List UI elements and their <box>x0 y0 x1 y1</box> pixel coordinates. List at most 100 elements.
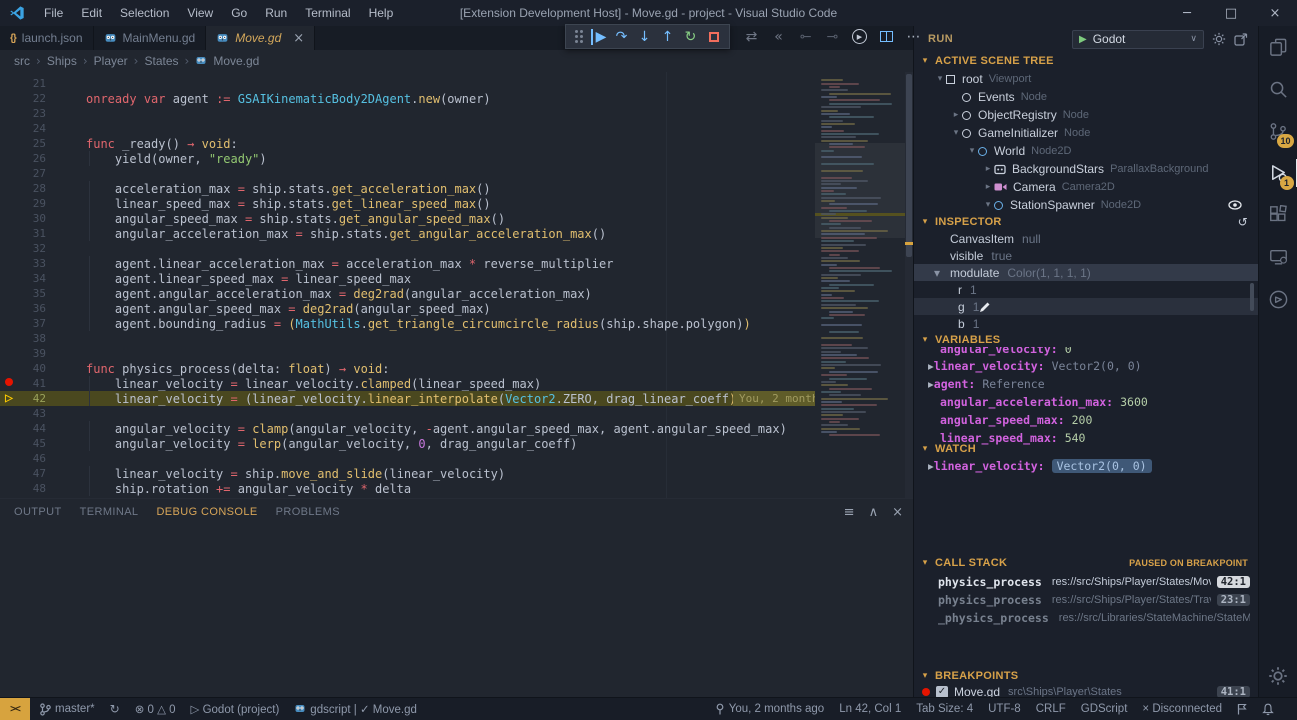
section-header-call-stack[interactable]: ▾ CALL STACK PAUSED ON BREAKPOINT <box>914 553 1258 573</box>
code-line-47[interactable]: 47 linear_velocity = ship.move_and_slide… <box>0 466 815 481</box>
activity-source-control[interactable]: 10 <box>1259 110 1297 152</box>
code-line-37[interactable]: 37 agent.bounding_radius = (MathUtils.ge… <box>0 316 815 331</box>
tree-chevron-icon[interactable]: ▸ <box>982 164 994 174</box>
breadcrumb-file[interactable]: Move.gd <box>213 54 259 68</box>
code-line-46[interactable]: 46 <box>0 451 815 466</box>
code-line-30[interactable]: 30 angular_speed_max = ship.stats.get_an… <box>0 211 815 226</box>
code-line-28[interactable]: 28 acceleration_max = ship.stats.get_acc… <box>0 181 815 196</box>
run-without-debugging-button[interactable]: ▶ <box>848 26 871 47</box>
tree-chevron-icon[interactable]: ▸ <box>950 110 962 120</box>
breakpoint-checkbox[interactable]: ✓ <box>936 686 948 697</box>
code-line-34[interactable]: 34 agent.linear_speed_max = linear_speed… <box>0 271 815 286</box>
reverse-continue-button[interactable]: « <box>767 26 790 47</box>
tree-item-world[interactable]: ▾WorldNode2D <box>914 142 1258 160</box>
tab-launch-json[interactable]: {}launch.json <box>0 26 94 50</box>
variable-linear-velocity[interactable]: ▸linear_velocity:Vector2(0, 0) <box>914 357 1258 375</box>
open-launch-json-icon[interactable] <box>1234 33 1248 46</box>
refresh-inspector-icon[interactable]: ↺ <box>1238 215 1248 229</box>
status-eol[interactable]: CRLF <box>1036 703 1066 715</box>
editor-scrollbar[interactable] <box>905 72 913 498</box>
code-line-27[interactable]: 27 <box>0 166 815 181</box>
activity-godot-tools[interactable] <box>1259 278 1297 320</box>
breadcrumb-item-player[interactable]: Player <box>94 54 128 68</box>
inspector-row-modulate[interactable]: ▾modulateColor(1, 1, 1, 1) <box>914 264 1258 281</box>
inspector-row-b[interactable]: b1 <box>914 315 1258 332</box>
minimap[interactable] <box>815 72 905 498</box>
tree-item-camera[interactable]: ▸CameraCamera2D <box>914 178 1258 196</box>
start-debug-icon[interactable]: ▶ <box>1079 34 1087 45</box>
inspector-row-visible[interactable]: visibletrue <box>914 247 1258 264</box>
activity-extensions[interactable] <box>1259 194 1297 236</box>
split-editor-button[interactable] <box>875 26 898 47</box>
tree-item-objectregistry[interactable]: ▸ObjectRegistryNode <box>914 106 1258 124</box>
status-encoding[interactable]: UTF-8 <box>988 703 1021 715</box>
tab-move-gd[interactable]: Move.gd× <box>206 26 315 50</box>
code-line-33[interactable]: 33 agent.linear_acceleration_max = accel… <box>0 256 815 271</box>
activity-remote-explorer[interactable] <box>1259 236 1297 278</box>
code-line-45[interactable]: 45 angular_velocity = lerp(angular_veloc… <box>0 436 815 451</box>
status-godot-language-status[interactable]: gdscript | ✓ Move.gd <box>294 702 417 716</box>
code-line-29[interactable]: 29 linear_speed_max = ship.stats.get_lin… <box>0 196 815 211</box>
stop-button[interactable] <box>702 26 725 47</box>
status-indentation[interactable]: Tab Size: 4 <box>916 703 973 715</box>
step-over-button[interactable]: ↷ <box>610 26 633 47</box>
code-line-43[interactable]: 43 <box>0 406 815 421</box>
code-editor[interactable]: 2122onready var agent := GSAIKinematicBo… <box>0 72 913 498</box>
breadcrumb-item-src[interactable]: src <box>14 54 30 68</box>
breadcrumb-item-ships[interactable]: Ships <box>47 54 77 68</box>
restart-button[interactable]: ↻ <box>679 26 702 47</box>
stack-frame-2[interactable]: _physics_processres://src/Libraries/Stat… <box>914 609 1258 627</box>
visibility-eye-icon[interactable] <box>1228 200 1242 210</box>
code-line-44[interactable]: 44 angular_velocity = clamp(angular_velo… <box>0 421 815 436</box>
launch-config-dropdown[interactable]: ▶ Godot ∨ <box>1072 30 1204 49</box>
debug-current-line-arrow[interactable]: ▷ <box>0 391 18 406</box>
code-line-25[interactable]: 25func _ready() → void: <box>0 136 815 151</box>
inspector-chevron-icon[interactable]: ▾ <box>934 266 950 280</box>
code-line-26[interactable]: 26 yield(owner, "ready") <box>0 151 815 166</box>
step-out-button[interactable]: ↑ <box>656 26 679 47</box>
variable-agent[interactable]: ▸agent:Reference <box>914 375 1258 393</box>
step-back-button[interactable]: ⊸ <box>794 26 817 47</box>
drag-handle-icon[interactable] <box>575 30 578 33</box>
menu-edit[interactable]: Edit <box>72 6 111 20</box>
edit-value-pencil-icon[interactable] <box>979 301 991 313</box>
code-line-48[interactable]: 48 ship.rotation += angular_velocity * d… <box>0 481 815 496</box>
menu-run[interactable]: Run <box>256 6 296 20</box>
breakpoint-entry[interactable]: ✓Move.gdsrc\Ships\Player\States41:1 <box>914 684 1258 697</box>
section-header-variables[interactable]: ▾ VARIABLES <box>914 332 1258 347</box>
code-line-40[interactable]: 40func physics_process(delta: float) → v… <box>0 361 815 376</box>
stack-frame-1[interactable]: physics_processres://src/Ships/Player/St… <box>914 591 1258 609</box>
variable-linear-velocity[interactable]: ▸linear_velocity:Vector2(0, 0) <box>914 457 1258 475</box>
status-language-mode[interactable]: GDScript <box>1081 703 1128 715</box>
code-line-32[interactable]: 32 <box>0 241 815 256</box>
gutter-marker[interactable] <box>0 376 18 391</box>
tree-item-stationspawner[interactable]: ▾StationSpawnerNode2D <box>914 196 1258 214</box>
debug-settings-gear-icon[interactable] <box>1212 32 1226 46</box>
close-tab-icon[interactable]: × <box>293 31 304 46</box>
activity-explorer[interactable] <box>1259 26 1297 68</box>
breakpoint-dot[interactable] <box>5 378 13 386</box>
remote-indicator[interactable]: >< <box>0 698 30 720</box>
variable-angular-velocity[interactable]: angular_velocity:0 <box>914 347 1258 357</box>
inspector-row-g[interactable]: g1 <box>914 298 1258 315</box>
section-header-watch[interactable]: ▾ WATCH <box>914 441 1258 457</box>
minimize-button[interactable]: ─ <box>1165 6 1209 21</box>
panel-tab-debug-console[interactable]: DEBUG CONSOLE <box>156 506 257 518</box>
tree-chevron-icon[interactable]: ▾ <box>950 128 962 138</box>
code-line-35[interactable]: 35 agent.angular_acceleration_max = deg2… <box>0 286 815 301</box>
status-gitlens-blame[interactable]: You, 2 months ago <box>715 703 824 715</box>
tree-chevron-icon[interactable]: ▾ <box>934 74 946 84</box>
menu-selection[interactable]: Selection <box>111 6 178 20</box>
menu-terminal[interactable]: Terminal <box>296 6 359 20</box>
status-feedback[interactable] <box>1237 703 1247 715</box>
close-button[interactable]: × <box>1253 6 1297 21</box>
status-notifications[interactable] <box>1262 703 1274 716</box>
code-line-42[interactable]: ▷42 linear_velocity = (linear_velocity.l… <box>0 391 815 406</box>
section-header-breakpoints[interactable]: ▾ BREAKPOINTS <box>914 668 1258 684</box>
code-line-22[interactable]: 22onready var agent := GSAIKinematicBody… <box>0 91 815 106</box>
tree-chevron-icon[interactable]: ▾ <box>982 200 994 210</box>
tree-item-events[interactable]: EventsNode <box>914 88 1258 106</box>
code-line-21[interactable]: 21 <box>0 76 815 91</box>
code-line-39[interactable]: 39 <box>0 346 815 361</box>
activity-manage[interactable] <box>1259 655 1297 697</box>
